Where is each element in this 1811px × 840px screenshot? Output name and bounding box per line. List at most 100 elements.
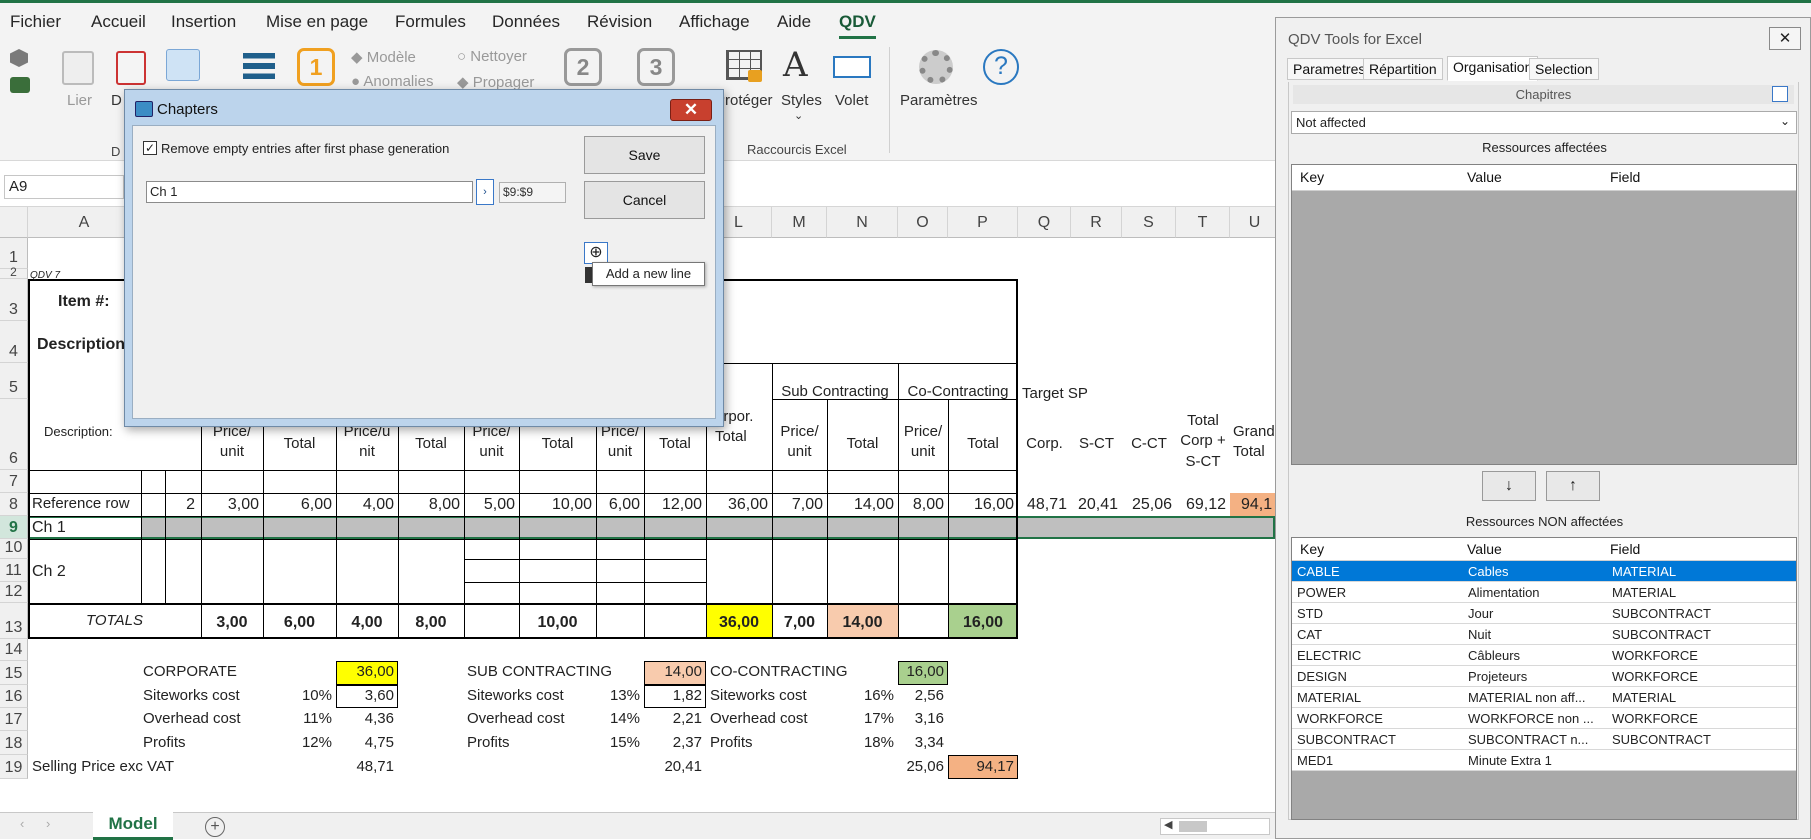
horizontal-scrollbar[interactable]: ◀ <box>1160 818 1270 835</box>
gear-icon[interactable] <box>919 50 953 84</box>
add-line-icon[interactable]: ⊕ <box>584 242 608 264</box>
menu-fichier[interactable]: Fichier <box>10 12 61 32</box>
column-header-t[interactable]: T <box>1176 207 1230 238</box>
row-header-12[interactable]: 12 <box>0 582 28 603</box>
table-row[interactable]: DESIGN Projeteurs WORKFORCE <box>1292 666 1796 687</box>
table-row[interactable]: STD Jour SUBCONTRACT <box>1292 603 1796 624</box>
tab-scroll-right-icon[interactable]: › <box>46 816 50 831</box>
styles-dropdown-icon[interactable]: ⌄ <box>794 109 803 122</box>
column-header-r[interactable]: R <box>1071 207 1122 238</box>
styles-icon[interactable]: A <box>783 45 808 85</box>
table-row[interactable]: MATERIAL MATERIAL non aff... MATERIAL <box>1292 687 1796 708</box>
row-range-field[interactable]: $9:$9 <box>499 182 566 203</box>
column-header-u[interactable]: U <box>1230 207 1275 238</box>
menu-aide[interactable]: Aide <box>777 12 811 32</box>
siteworks-co-pct: 16% <box>863 687 894 704</box>
column-header-q[interactable]: Q <box>1018 207 1071 238</box>
chapter-2-label[interactable]: Ch 2 <box>32 562 66 582</box>
range-picker-arrow-icon[interactable]: › <box>476 179 494 205</box>
add-sheet-icon[interactable]: + <box>205 817 225 837</box>
menu-accueil[interactable]: Accueil <box>91 12 146 32</box>
table-row[interactable]: CABLE Cables MATERIAL <box>1292 561 1796 582</box>
menu-qdv[interactable]: QDV <box>839 12 876 39</box>
tab-scroll-left-icon[interactable]: ‹ <box>20 816 24 831</box>
tab-parametres[interactable]: Parametres <box>1287 58 1372 80</box>
move-down-button[interactable]: ↓ <box>1482 471 1536 501</box>
menu-formules[interactable]: Formules <box>395 12 466 32</box>
move-up-button[interactable]: ↑ <box>1546 471 1600 501</box>
row-header-3[interactable]: 3 <box>0 279 28 321</box>
table-row[interactable]: MED1 Minute Extra 1 <box>1292 750 1796 771</box>
chapter-dropdown[interactable]: Not affected ⌄ <box>1291 111 1797 134</box>
table-row[interactable]: WORKFORCE WORKFORCE non ... WORKFORCE <box>1292 708 1796 729</box>
parametres-button[interactable]: Paramètres <box>900 92 978 109</box>
modele-button[interactable]: ◆ Modèle <box>351 48 416 66</box>
phase-2-button[interactable]: 2 <box>564 48 602 86</box>
row-header-2[interactable]: 2 <box>0 266 28 279</box>
row-header-19[interactable]: 19 <box>0 755 28 779</box>
table-row[interactable]: ELECTRIC Câbleurs WORKFORCE <box>1292 645 1796 666</box>
select-all-corner[interactable] <box>0 207 28 238</box>
column-header-s[interactable]: S <box>1122 207 1176 238</box>
row-header-17[interactable]: 17 <box>0 708 28 731</box>
scroll-thumb[interactable] <box>1179 821 1207 832</box>
remove-empty-checkbox[interactable]: ✓ <box>143 141 157 155</box>
scroll-left-icon[interactable]: ◀ <box>1164 818 1172 831</box>
menu-donnees[interactable]: Données <box>492 12 560 32</box>
robot-icon[interactable] <box>10 77 30 93</box>
dialog-close-button[interactable]: ✕ <box>670 99 712 121</box>
cancel-button[interactable]: Cancel <box>584 181 705 219</box>
table-row[interactable]: POWER Alimentation MATERIAL <box>1292 582 1796 603</box>
table-row[interactable]: SUBCONTRACT SUBCONTRACT n... SUBCONTRACT <box>1292 729 1796 750</box>
row-header-5[interactable]: 5 <box>0 363 28 399</box>
row-header-6[interactable]: 6 <box>0 399 28 470</box>
help-icon[interactable]: ? <box>983 49 1019 85</box>
row-header-7[interactable]: 7 <box>0 470 28 493</box>
d-button[interactable]: D <box>111 92 122 109</box>
menu-insertion[interactable]: Insertion <box>171 12 236 32</box>
row-header-15[interactable]: 15 <box>0 661 28 685</box>
column-header-n[interactable]: N <box>827 207 898 238</box>
nettoyer-button[interactable]: ○ Nettoyer <box>457 48 527 65</box>
row-header-14[interactable]: 14 <box>0 639 28 661</box>
table-row[interactable]: CAT Nuit SUBCONTRACT <box>1292 624 1796 645</box>
affected-resources-table[interactable]: Key Value Field <box>1291 164 1797 465</box>
non-affected-resources-table[interactable]: Key Value Field CABLE Cables MATERIAL POWE… <box>1291 537 1797 820</box>
link-doc-icon[interactable] <box>62 51 94 85</box>
phase-3-button[interactable]: 3 <box>637 48 675 86</box>
menu-mise-en-page[interactable]: Mise en page <box>266 12 368 32</box>
anomalies-button[interactable]: ● Anomalies <box>351 73 433 90</box>
name-box[interactable]: A9 <box>4 175 124 199</box>
tab-selection[interactable]: Selection <box>1529 58 1599 80</box>
unlink-icon[interactable] <box>116 51 146 85</box>
row-header-4[interactable]: 4 <box>0 321 28 363</box>
row-header-16[interactable]: 16 <box>0 685 28 708</box>
row-header-11[interactable]: 11 <box>0 559 28 582</box>
row-header-18[interactable]: 18 <box>0 731 28 755</box>
volet-icon[interactable] <box>833 56 871 78</box>
sheet-tab-model[interactable]: Model <box>93 812 173 840</box>
column-header-m[interactable]: M <box>772 207 827 238</box>
edit-chapters-icon[interactable] <box>1772 86 1788 102</box>
chapter-1-label[interactable]: Ch 1 <box>32 518 66 538</box>
column-header-o[interactable]: O <box>898 207 948 238</box>
tab-organisation[interactable]: Organisation <box>1447 56 1539 81</box>
menu-revision[interactable]: Révision <box>587 12 652 32</box>
tab-repartition[interactable]: Répartition <box>1363 58 1443 80</box>
row-header-13[interactable]: 13 <box>0 603 28 639</box>
row-header-9[interactable]: 9 <box>0 516 28 539</box>
styles-button[interactable]: Styles <box>781 92 822 109</box>
column-header-p[interactable]: P <box>948 207 1018 238</box>
phase-1-button[interactable]: 1 <box>297 48 335 86</box>
save-button[interactable]: Save <box>584 136 705 174</box>
cube-icon[interactable] <box>10 49 28 67</box>
volet-button[interactable]: Volet <box>835 92 868 109</box>
menu-affichage[interactable]: Affichage <box>679 12 750 32</box>
lier-button[interactable]: Lier <box>67 92 92 109</box>
chapter-entry-input[interactable]: Ch 1 <box>146 181 473 203</box>
stack-icon[interactable] <box>243 53 275 79</box>
panel-close-button[interactable]: ✕ <box>1769 27 1801 50</box>
row-header-8[interactable]: 8 <box>0 493 28 516</box>
folder-icon[interactable] <box>166 49 200 81</box>
row-header-10[interactable]: 10 <box>0 539 28 559</box>
